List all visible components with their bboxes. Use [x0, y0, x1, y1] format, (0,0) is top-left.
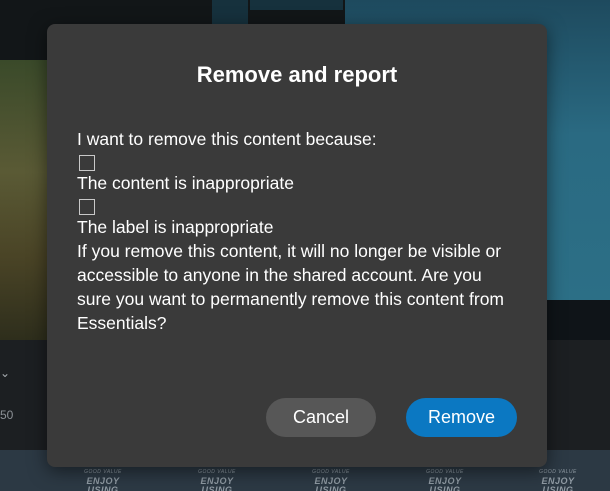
cancel-button[interactable]: Cancel [266, 398, 376, 437]
content-inappropriate-checkbox[interactable] [79, 155, 95, 171]
label-inappropriate-checkbox[interactable] [79, 199, 95, 215]
dialog-body: I want to remove this content because: T… [77, 127, 517, 335]
dialog-title: Remove and report [196, 62, 398, 87]
background-number: 50 [0, 408, 14, 422]
watermark: GOOD VALUE ENJOY USING [84, 469, 122, 491]
background-window-pane [250, 0, 343, 10]
watermark: GOOD VALUE ENJOY USING [198, 469, 236, 491]
remove-and-report-dialog: Remove and report I want to remove this … [47, 24, 547, 467]
remove-button[interactable]: Remove [406, 398, 517, 437]
background-trees [0, 60, 48, 340]
watermark: GOOD VALUE ENJOY USING [312, 469, 350, 491]
reason-prompt: I want to remove this content because: [77, 129, 377, 149]
label-inappropriate-label[interactable]: The label is inappropriate [77, 215, 517, 239]
watermark: GOOD VALUE ENJOY USING [539, 469, 577, 491]
chevron-down-icon: ⌄ [0, 366, 11, 380]
removal-warning-text: If you remove this content, it will no l… [77, 241, 505, 333]
content-inappropriate-label[interactable]: The content is inappropriate [77, 171, 517, 195]
watermark: GOOD VALUE ENJOY USING [426, 469, 464, 491]
